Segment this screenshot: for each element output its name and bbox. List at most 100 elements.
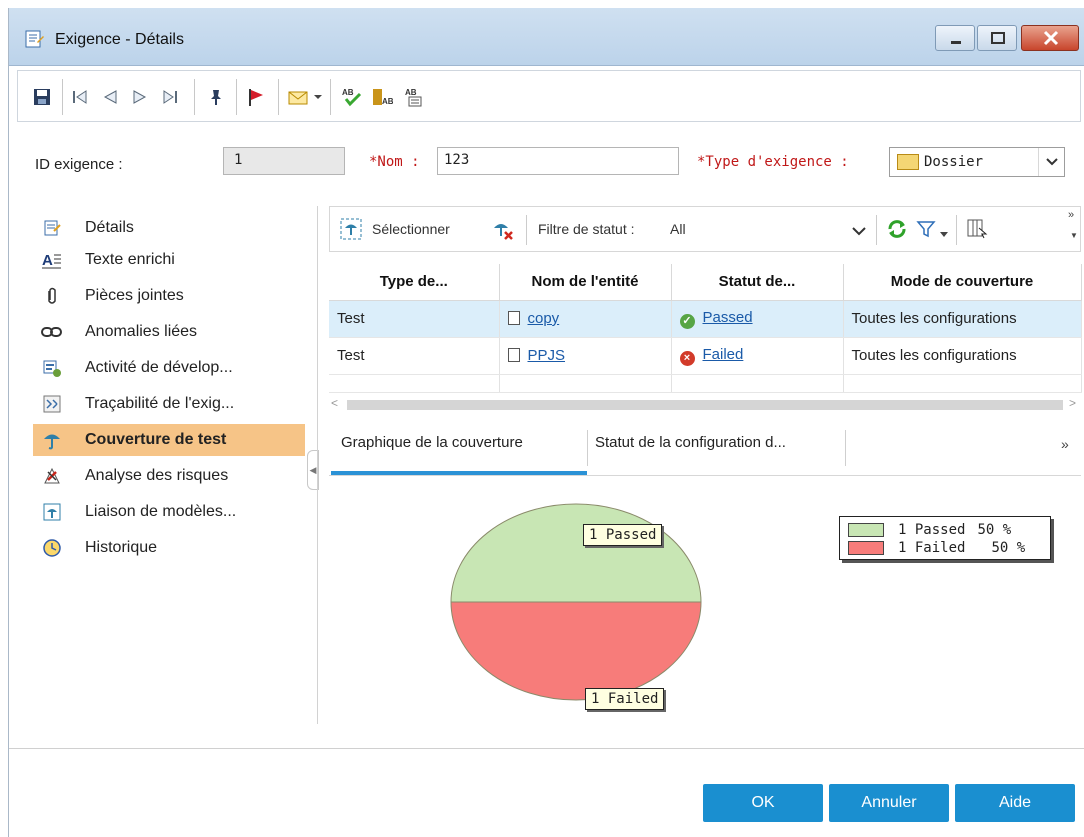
cell-status: ✓ Passed	[671, 300, 844, 338]
coverage-toolbar: Sélectionner Filtre de statut : All » ▼	[329, 206, 1081, 252]
flag-icon[interactable]	[244, 85, 268, 109]
mail-icon[interactable]	[286, 85, 310, 109]
main-toolbar: AB AB AB	[17, 70, 1081, 122]
coverage-chart: 1 Passed 1 Failed 1 Passed 50 % 1 Failed…	[329, 478, 1081, 724]
cell-status: × Failed	[671, 337, 844, 375]
ok-button[interactable]: OK	[703, 784, 823, 822]
select-tests-icon[interactable]	[340, 218, 362, 244]
scroll-right-icon[interactable]: >	[1069, 396, 1076, 410]
entity-link[interactable]: PPJS	[528, 347, 566, 364]
test-coverage-icon	[41, 429, 63, 451]
coverage-grid: Type de... Nom de l'entité Statut de... …	[329, 264, 1082, 394]
test-entity-icon	[507, 311, 520, 325]
last-icon[interactable]	[158, 85, 182, 109]
scroll-left-icon[interactable]: <	[331, 396, 338, 410]
legend-swatch-failed	[848, 541, 884, 555]
test-entity-icon	[507, 348, 520, 362]
status-filter-label: Filtre de statut :	[538, 221, 635, 237]
svg-text:AB: AB	[405, 88, 417, 97]
model-link-icon	[41, 501, 63, 523]
legend-item-passed: 1 Passed 50 %	[848, 521, 1011, 539]
chevron-down-icon[interactable]: ▼	[1070, 231, 1078, 240]
horizontal-scrollbar[interactable]: < >	[329, 396, 1081, 412]
spell-check-icon[interactable]: AB	[340, 85, 364, 109]
previous-icon[interactable]	[98, 85, 122, 109]
chevron-down-icon[interactable]	[940, 225, 948, 242]
sidebar-item-model-link[interactable]: Liaison de modèles...	[33, 496, 305, 528]
failed-x-icon: ×	[679, 350, 695, 366]
sidebar-item-linked-defects[interactable]: Anomalies liées	[33, 316, 305, 348]
passed-check-icon: ✓	[679, 313, 695, 329]
save-icon[interactable]	[30, 85, 54, 109]
column-header-entity-name[interactable]: Nom de l'entité	[499, 264, 672, 301]
tab-coverage-chart[interactable]: Graphique de la couverture	[341, 434, 523, 451]
requirement-icon	[25, 30, 44, 48]
cell-coverage-mode: Toutes les configurations	[843, 300, 1082, 338]
table-row[interactable]: Test PPJS × Failed Toutes les configurati…	[329, 337, 1082, 375]
refresh-icon[interactable]	[886, 218, 908, 244]
select-columns-icon[interactable]	[966, 218, 988, 244]
maximize-icon	[991, 32, 1005, 44]
pin-icon[interactable]	[204, 85, 228, 109]
legend-item-failed: 1 Failed 50 %	[848, 539, 1025, 557]
tabs-overflow-icon[interactable]: »	[1061, 436, 1069, 452]
sidebar-item-dev-activity[interactable]: Activité de dévelop...	[33, 352, 305, 384]
more-options-icon[interactable]: »	[1068, 209, 1074, 221]
requirement-type-select[interactable]: Dossier	[889, 147, 1065, 177]
vertical-splitter[interactable]	[317, 206, 318, 724]
chevron-down-icon[interactable]	[312, 85, 324, 109]
title-bar: Exigence - Détails	[9, 8, 1084, 66]
requirement-id-label: ID exigence :	[35, 156, 123, 173]
chevron-down-icon	[1038, 148, 1064, 176]
sidebar-item-traceability[interactable]: Traçabilité de l'exig...	[33, 388, 305, 420]
chevron-down-icon[interactable]	[852, 223, 866, 240]
legend-text-passed: 1 Passed	[898, 522, 966, 538]
sidebar-item-test-coverage[interactable]: Couverture de test	[33, 424, 305, 456]
minimize-button[interactable]	[935, 25, 975, 51]
risk-analysis-icon	[41, 465, 63, 487]
legend-text-failed: 1 Failed	[898, 540, 966, 556]
next-icon[interactable]	[128, 85, 152, 109]
status-link[interactable]: Failed	[703, 346, 744, 363]
sidebar-item-risk-analysis[interactable]: Analyse des risques	[33, 460, 305, 492]
legend-pct-passed: 50 %	[977, 522, 1012, 538]
cancel-button[interactable]: Annuler	[829, 784, 949, 822]
status-filter-value[interactable]: All	[670, 221, 686, 237]
remove-coverage-icon[interactable]	[492, 219, 514, 245]
entity-link[interactable]: copy	[528, 310, 560, 327]
thesaurus-icon[interactable]: AB	[370, 85, 394, 109]
status-link[interactable]: Passed	[703, 309, 753, 326]
sidebar-item-history[interactable]: Historique	[33, 532, 305, 564]
linked-defects-icon	[41, 321, 63, 343]
traceability-icon	[41, 393, 63, 415]
filter-icon[interactable]	[916, 219, 936, 243]
name-field[interactable]: 123	[437, 147, 679, 175]
sidebar-item-label: Historique	[85, 539, 158, 556]
table-row[interactable]: Test copy ✓ Passed Toutes les configurati…	[329, 300, 1082, 338]
bottom-tabs: Graphique de la couverture Statut de la …	[329, 426, 1081, 476]
sidebar-item-rich-text[interactable]: A Texte enrichi	[33, 244, 305, 276]
maximize-button[interactable]	[977, 25, 1017, 51]
requirement-id-field: 1	[223, 147, 345, 175]
spell-options-icon[interactable]: AB	[402, 85, 426, 109]
close-button[interactable]	[1021, 25, 1079, 51]
sidebar-item-label: Texte enrichi	[85, 251, 175, 268]
sidebar-item-label: Anomalies liées	[85, 323, 198, 340]
sidebar-item-attachments[interactable]: Pièces jointes	[33, 280, 305, 312]
sidebar-item-label: Activité de dévelop...	[85, 359, 233, 376]
help-button[interactable]: Aide	[955, 784, 1075, 822]
sidebar-item-details[interactable]: Détails	[33, 212, 305, 244]
column-header-status[interactable]: Statut de...	[671, 264, 844, 301]
column-header-coverage-mode[interactable]: Mode de couverture	[843, 264, 1082, 301]
footer-divider	[9, 748, 1084, 749]
first-icon[interactable]	[68, 85, 92, 109]
paperclip-icon	[41, 285, 63, 307]
select-button[interactable]: Sélectionner	[372, 221, 450, 237]
active-tab-indicator	[331, 471, 587, 475]
tab-configuration-status[interactable]: Statut de la configuration d...	[595, 434, 786, 451]
svg-text:A: A	[42, 252, 53, 269]
scrollbar-thumb[interactable]	[347, 400, 1063, 410]
window-title: Exigence - Détails	[55, 31, 184, 48]
column-header-type[interactable]: Type de...	[329, 264, 500, 301]
svg-text:AB: AB	[342, 88, 354, 97]
